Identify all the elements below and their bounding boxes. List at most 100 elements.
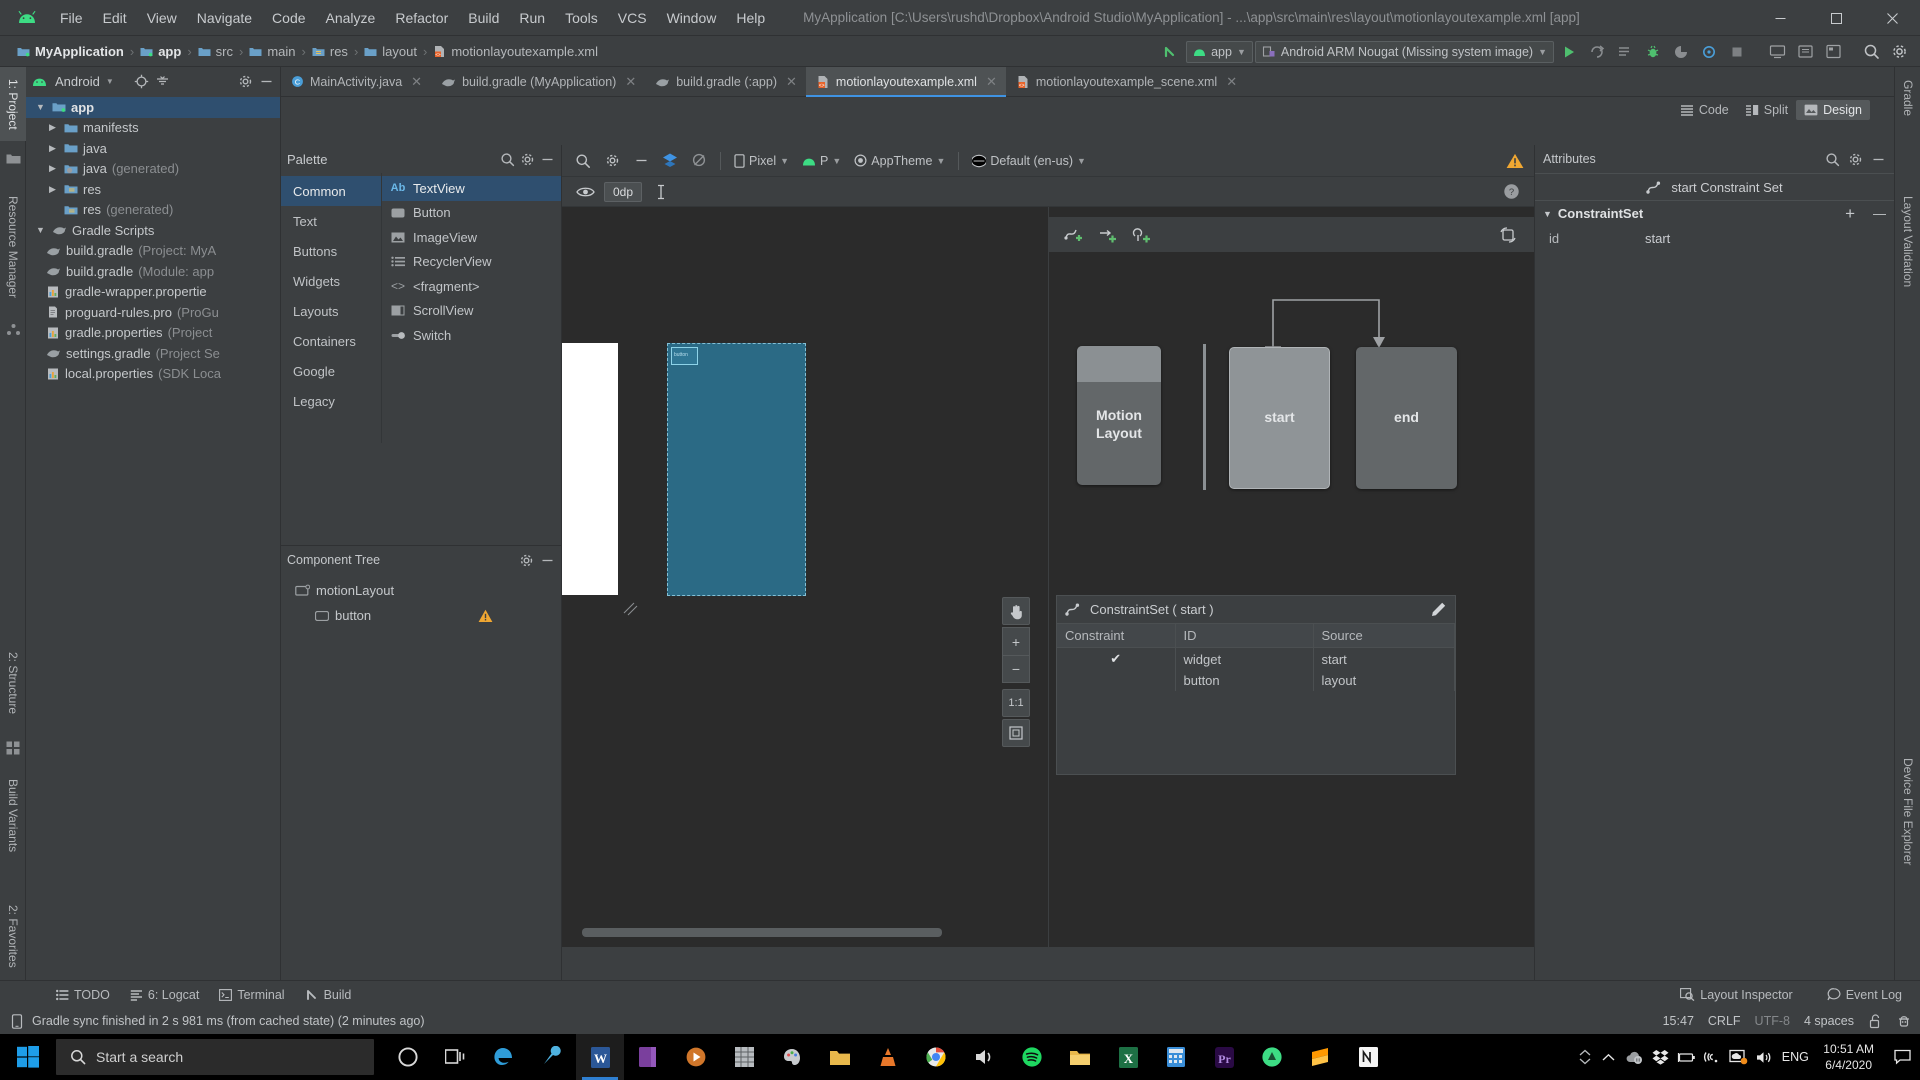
close-icon[interactable]: ✕ [411,74,422,90]
menu-item-edit[interactable]: Edit [93,6,137,30]
motion-node-start[interactable]: start [1229,347,1330,489]
palette-category-widgets[interactable]: Widgets [281,266,381,296]
twisty-icon[interactable]: ▼ [1543,209,1552,219]
attach-debugger-icon[interactable] [1696,40,1722,64]
palette-item-recyclerview[interactable]: RecyclerView [382,250,561,275]
bottom-item-build[interactable]: Build [297,985,360,1005]
menu-item-build[interactable]: Build [458,6,509,30]
blueprint-preview-render[interactable]: button [667,343,806,596]
onedrive-icon[interactable] [1725,1034,1751,1080]
device-size-selector[interactable]: Pixel ▼ [729,152,794,170]
sidebar-item-build-variants[interactable]: Build Variants [0,761,26,871]
default-margin-value[interactable]: 0dp [604,181,642,202]
close-icon[interactable]: ✕ [625,74,636,90]
menu-item-help[interactable]: Help [726,6,775,30]
menu-item-view[interactable]: View [137,6,187,30]
design-canvas[interactable]: button + − 1:1 [562,207,1048,947]
palette-category-legacy[interactable]: Legacy [281,386,381,416]
tree-item-app[interactable]: ▼ app [26,97,280,118]
palette-item-switch[interactable]: Switch [382,323,561,348]
menu-item-tools[interactable]: Tools [555,6,608,30]
sync-project-icon[interactable] [1158,40,1184,64]
cycle-icon[interactable] [1497,224,1519,246]
debug-button[interactable] [1640,40,1666,64]
menu-item-run[interactable]: Run [509,6,555,30]
tab-mainactivity-java[interactable]: C MainActivity.java ✕ [281,67,431,96]
menu-item-navigate[interactable]: Navigate [187,6,262,30]
hector-icon[interactable] [1896,1014,1912,1029]
mode-split-button[interactable]: Split [1737,100,1796,120]
bottom-item-logcat[interactable]: 6: Logcat [122,985,207,1005]
spotify-icon[interactable] [1008,1034,1056,1080]
device-icon[interactable] [10,1013,24,1029]
motion-scene-graph[interactable]: Motion Layout start end [1049,252,1535,552]
menu-item-analyze[interactable]: Analyze [316,6,386,30]
text-cursor-icon[interactable] [648,180,674,204]
twisty-icon[interactable]: ▼ [34,225,47,235]
stop-icon[interactable] [1724,40,1750,64]
scroll-arrows[interactable] [1575,1034,1595,1080]
component-tree-item-motionlayout[interactable]: motionLayout [281,578,561,603]
bottom-item-terminal[interactable]: Terminal [211,985,292,1005]
apply-changes-icon[interactable] [1584,40,1610,64]
vlc-icon[interactable] [864,1034,912,1080]
folder-icon[interactable] [4,149,22,167]
help-icon[interactable]: ? [1503,183,1520,200]
tree-item-local-properties[interactable]: local.properties (SDK Loca [26,364,280,385]
close-icon[interactable]: ✕ [1226,74,1237,90]
layout-editor-icon[interactable] [1820,40,1846,64]
menu-item-refactor[interactable]: Refactor [385,6,458,30]
android-studio-icon[interactable] [1248,1034,1296,1080]
create-on-click-icon[interactable] [1131,224,1153,246]
motion-node-end[interactable]: end [1356,347,1457,489]
column-header-constraint[interactable]: Constraint [1057,624,1176,648]
visibility-eye-icon[interactable] [572,180,598,204]
excel-icon[interactable]: X [1104,1034,1152,1080]
tab-motionlayoutexample-scene-xml[interactable]: <> motionlayoutexample_scene.xml ✕ [1006,67,1246,96]
task-view-icon[interactable] [432,1034,480,1080]
scrollbar-thumb[interactable] [582,928,942,937]
minimize-button[interactable] [1752,0,1808,36]
bottom-item-todo[interactable]: TODO [48,985,118,1005]
tab-motionlayoutexample-xml[interactable]: <> motionlayoutexample.xml ✕ [805,67,1006,97]
mode-design-button[interactable]: Design [1796,100,1870,120]
attribute-row-id[interactable]: id start [1535,226,1894,250]
sidebar-item-gradle[interactable]: Gradle [1895,67,1920,129]
device-preview-render[interactable] [562,343,618,595]
twisty-icon[interactable]: ▶ [46,163,59,174]
collapse-all-icon[interactable] [155,74,170,89]
chrome-icon[interactable] [912,1034,960,1080]
menu-item-window[interactable]: Window [657,6,727,30]
notification-icon[interactable] [1884,1034,1920,1080]
language-indicator[interactable]: ENG [1777,1050,1813,1064]
palette-category-common[interactable]: Common [281,176,381,206]
search-everywhere-icon[interactable] [1858,40,1884,64]
canvas-horizontal-scrollbar[interactable] [582,928,1022,937]
palette-item-button[interactable]: Button [382,201,561,226]
caret-position[interactable]: 15:47 [1663,1014,1694,1028]
volume-icon[interactable] [1751,1034,1777,1080]
file-encoding[interactable]: UTF-8 [1755,1014,1790,1028]
tree-item-java[interactable]: ▶ java [26,138,280,159]
hide-panel-icon[interactable] [259,74,274,89]
menu-item-vcs[interactable]: VCS [608,6,657,30]
dropbox-icon[interactable] [1647,1034,1673,1080]
wifi-icon[interactable] [1699,1034,1725,1080]
search-icon[interactable] [570,149,596,173]
twisty-icon[interactable]: ▶ [46,184,59,195]
sidebar-item-resource-manager[interactable]: Resource Manager [0,182,26,312]
close-button[interactable] [1864,0,1920,36]
premiere-icon[interactable]: Pr [1200,1034,1248,1080]
zoom-out-button[interactable]: − [1002,655,1030,683]
attribute-value[interactable]: start [1645,231,1670,246]
calculator-icon[interactable] [1152,1034,1200,1080]
tree-item-manifests[interactable]: ▶ manifests [26,118,280,139]
palette-category-text[interactable]: Text [281,206,381,236]
tree-item-res-generated[interactable]: res (generated) [26,200,280,221]
cell-constraint[interactable]: ✔ [1057,647,1176,670]
bottom-item-event-log[interactable]: Event Log [1819,985,1910,1005]
tree-item-res[interactable]: ▶ res [26,179,280,200]
cortana-icon[interactable] [384,1034,432,1080]
locale-selector[interactable]: Default (en-us) ▼ [967,152,1091,170]
column-header-id[interactable]: ID [1175,624,1314,648]
